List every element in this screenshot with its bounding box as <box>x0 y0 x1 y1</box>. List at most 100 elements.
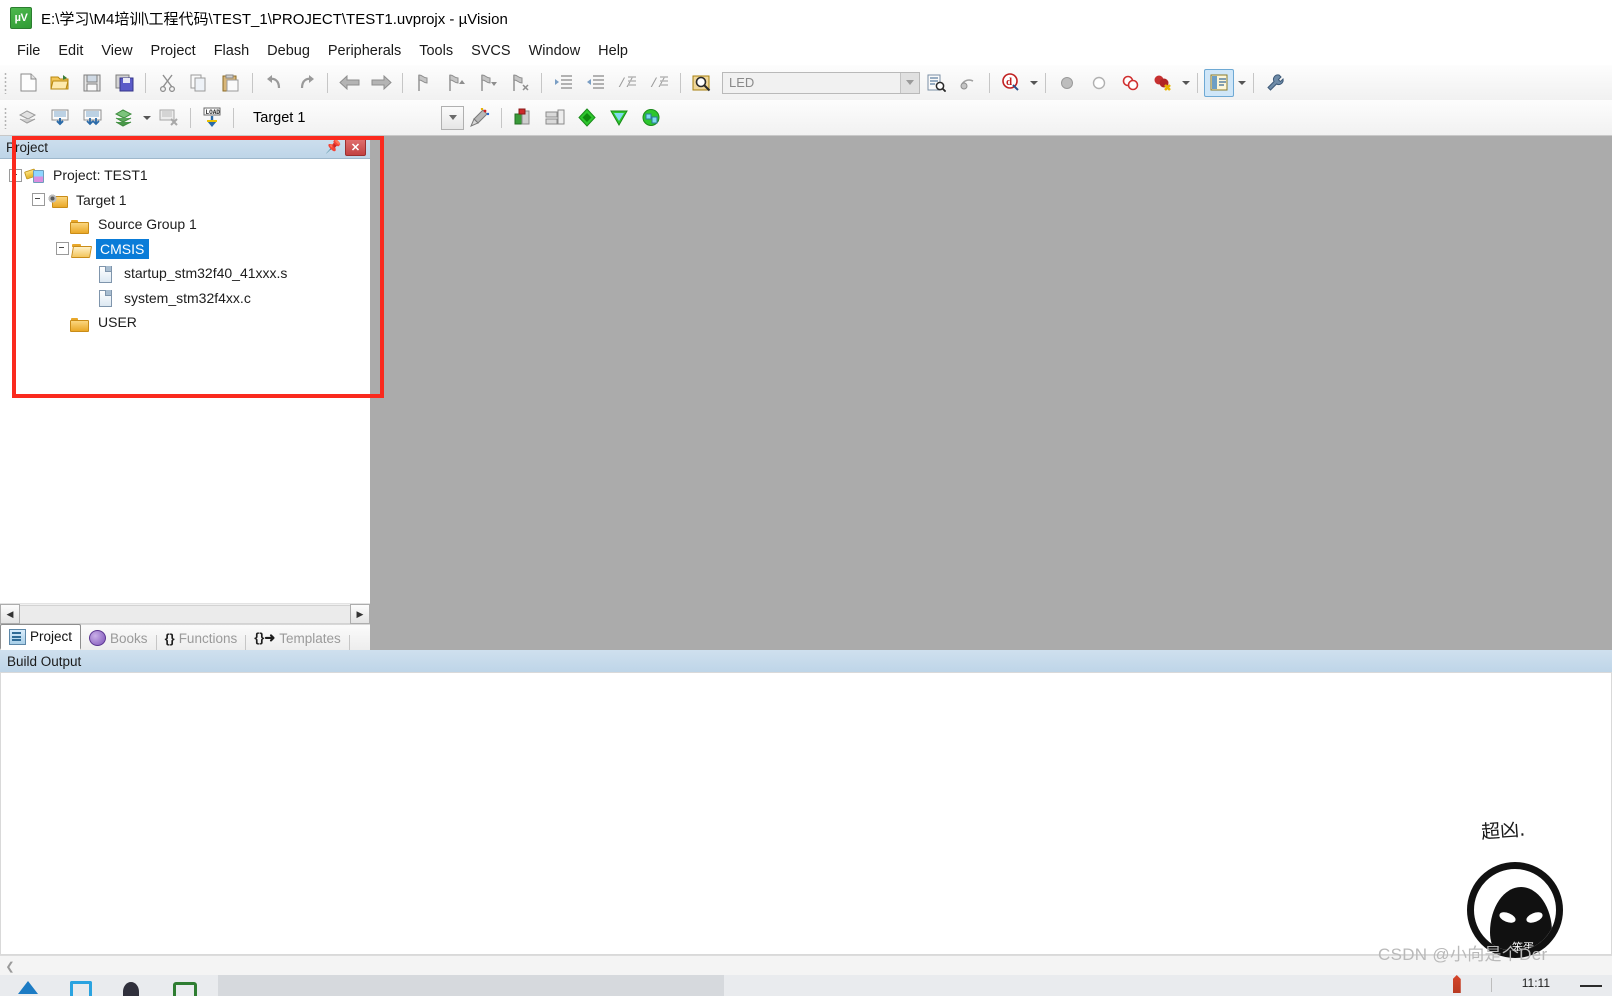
menu-file[interactable]: File <box>8 40 49 62</box>
indent-icon[interactable] <box>548 69 578 97</box>
batch-build-dropdown-icon[interactable] <box>140 105 153 131</box>
tree-item-system-file[interactable]: system_stm32f4xx.c <box>1 286 369 311</box>
find-input-value[interactable]: LED <box>729 75 754 90</box>
bookmark-toggle-icon[interactable] <box>409 69 439 97</box>
save-all-icon[interactable] <box>109 69 139 97</box>
tab-templates[interactable]: {}➜ Templates <box>246 626 349 650</box>
expander-minus-icon[interactable] <box>9 168 22 182</box>
undo-icon[interactable] <box>259 69 289 97</box>
project-horizontal-scrollbar[interactable]: ◀ ▶ <box>0 603 370 624</box>
target-select[interactable]: Target 1 <box>249 105 439 130</box>
window-layout-dropdown-icon[interactable] <box>1235 70 1248 96</box>
copy-icon[interactable] <box>184 69 214 97</box>
find-in-files-button-icon[interactable] <box>921 69 951 97</box>
scroll-right-arrow-icon[interactable]: ▶ <box>350 604 370 624</box>
target-options-icon[interactable] <box>465 104 495 132</box>
download-icon[interactable]: LOAD <box>197 104 227 132</box>
build-output-scrollbar[interactable]: ❮ <box>0 955 1612 976</box>
cut-icon[interactable] <box>152 69 182 97</box>
toolbar-grip[interactable] <box>4 106 7 129</box>
manage-multi-project-icon[interactable] <box>540 104 570 132</box>
save-icon[interactable] <box>77 69 107 97</box>
batch-build-icon[interactable] <box>109 104 139 132</box>
tab-label: Templates <box>279 630 341 646</box>
window-layout-icon[interactable] <box>1204 68 1234 97</box>
insert-breakpoint-icon[interactable] <box>1052 69 1082 97</box>
tree-item-startup-file[interactable]: startup_stm32f40_41xxx.s <box>1 261 369 286</box>
disable-all-breakpoints-icon[interactable] <box>1116 69 1146 97</box>
rebuild-all-icon[interactable] <box>77 104 107 132</box>
pin-icon[interactable]: 📌 <box>325 139 342 156</box>
menu-edit[interactable]: Edit <box>49 40 92 62</box>
build-output-content[interactable] <box>0 672 1612 955</box>
tab-label: Project <box>30 629 73 644</box>
find-in-files-icon[interactable] <box>687 69 717 97</box>
bookmark-prev-icon[interactable] <box>441 69 471 97</box>
comment-icon[interactable]: // <box>612 69 642 97</box>
menu-project[interactable]: Project <box>142 40 205 62</box>
build-toolbar: LOAD Target 1 <box>0 100 1612 136</box>
tree-item-target[interactable]: Target 1 <box>1 188 369 213</box>
kill-all-breakpoints-icon[interactable] <box>1148 69 1178 97</box>
chevron-down-icon[interactable] <box>900 72 919 93</box>
bookmark-next-icon[interactable] <box>473 69 503 97</box>
taskbar-clock[interactable]: 11:11 <box>1522 975 1550 990</box>
tab-project[interactable]: Project <box>0 624 82 650</box>
close-icon[interactable]: ✕ <box>345 138 366 156</box>
tab-books[interactable]: Books <box>81 626 156 650</box>
menu-window[interactable]: Window <box>520 40 590 62</box>
build-target-icon[interactable] <box>45 104 75 132</box>
navigate-forward-icon[interactable] <box>366 69 396 97</box>
translate-file-icon[interactable] <box>13 104 43 132</box>
menu-view[interactable]: View <box>92 40 141 62</box>
incremental-find-icon[interactable] <box>953 69 983 97</box>
menu-svcs[interactable]: SVCS <box>462 40 520 62</box>
menu-tools[interactable]: Tools <box>410 40 462 62</box>
taskbar-tray: 11:11 <box>1452 975 1612 993</box>
chevron-down-icon[interactable] <box>441 105 464 130</box>
tree-item-cmsis[interactable]: CMSIS <box>1 237 369 262</box>
open-file-icon[interactable] <box>45 69 75 97</box>
store-icon[interactable] <box>66 975 92 996</box>
menu-peripherals[interactable]: Peripherals <box>319 40 410 62</box>
paste-icon[interactable] <box>216 69 246 97</box>
mail-icon[interactable] <box>118 975 144 996</box>
bookmark-clear-icon[interactable] <box>505 69 535 97</box>
tree-item-project[interactable]: Project: TEST1 <box>1 163 369 188</box>
find-combo[interactable]: LED <box>722 71 920 94</box>
outdent-icon[interactable] <box>580 69 610 97</box>
menu-debug[interactable]: Debug <box>258 40 319 62</box>
debug-dropdown-icon[interactable] <box>1027 70 1040 96</box>
taskbar-active-window[interactable] <box>218 975 724 996</box>
configuration-wizard-icon[interactable] <box>1260 69 1290 97</box>
manage-runtime-env-icon[interactable] <box>572 104 602 132</box>
toolbar-grip[interactable] <box>4 71 7 94</box>
pack-installer-icon[interactable] <box>604 104 634 132</box>
svg-text://: // <box>618 76 634 91</box>
wechat-icon[interactable] <box>170 975 197 996</box>
breakpoints-dropdown-icon[interactable] <box>1179 70 1192 96</box>
title-bar: E:\学习\M4培训\工程代码\TEST_1\PROJECT\TEST1.uvp… <box>0 0 1612 36</box>
menu-flash[interactable]: Flash <box>205 40 258 62</box>
manage-project-items-icon[interactable] <box>508 104 538 132</box>
stop-build-icon[interactable] <box>154 104 184 132</box>
scroll-back-icon[interactable]: ❮ <box>0 957 20 975</box>
redo-icon[interactable] <box>291 69 321 97</box>
menu-help[interactable]: Help <box>589 40 637 62</box>
expander-minus-icon[interactable] <box>56 242 69 256</box>
edge-icon[interactable] <box>14 975 40 996</box>
start-debug-icon[interactable]: d <box>996 69 1026 97</box>
uncomment-icon[interactable]: // <box>644 69 674 97</box>
software-packs-icon[interactable] <box>636 104 666 132</box>
navigate-backward-icon[interactable] <box>334 69 364 97</box>
scrollbar-track[interactable] <box>20 604 350 624</box>
tree-item-source-group[interactable]: Source Group 1 <box>1 212 369 237</box>
disable-breakpoint-icon[interactable] <box>1084 69 1114 97</box>
new-file-icon[interactable] <box>13 69 43 97</box>
tree-item-user[interactable]: USER <box>1 310 369 335</box>
scroll-left-arrow-icon[interactable]: ◀ <box>0 604 20 624</box>
show-desktop-icon[interactable] <box>1580 985 1602 987</box>
expander-minus-icon[interactable] <box>32 193 45 207</box>
tab-functions[interactable]: {} Functions <box>157 626 246 650</box>
pen-icon[interactable] <box>1452 975 1461 993</box>
